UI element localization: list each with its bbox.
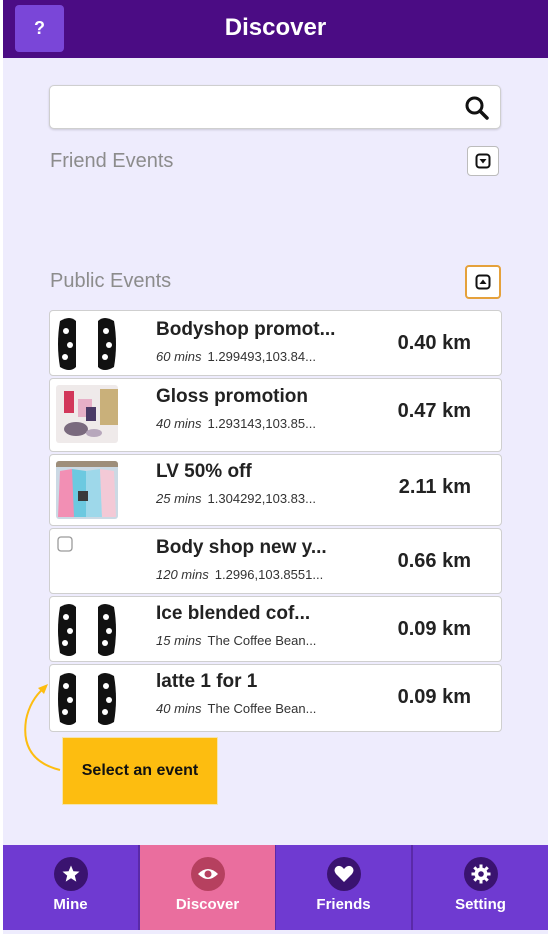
event-duration: 15 mins: [156, 633, 202, 648]
broken-image-icon: [57, 536, 73, 552]
event-location: 1.299493,103.84...: [207, 349, 316, 364]
event-card[interactable]: latte 1 for 1 40 mins The Coffee Bean... …: [49, 664, 502, 732]
event-details: 40 mins The Coffee Bean...: [156, 701, 316, 716]
search-input[interactable]: [60, 94, 454, 122]
nav-mine[interactable]: Mine: [3, 845, 138, 930]
friend-events-toggle[interactable]: [467, 146, 499, 176]
event-details: 60 mins 1.299493,103.84...: [156, 349, 316, 364]
event-duration: 60 mins: [156, 349, 202, 364]
event-card[interactable]: Body shop new y... 120 mins 1.2996,103.85…: [49, 528, 502, 594]
event-title: Body shop new y...: [156, 537, 327, 558]
event-distance: 0.09 km: [397, 686, 471, 708]
event-title: Ice blended cof...: [156, 603, 311, 624]
chevron-up-icon: [475, 274, 491, 290]
event-duration: 120 mins: [156, 567, 209, 582]
star-icon: [53, 857, 88, 891]
page-title: Discover: [224, 14, 327, 41]
event-distance: 0.09 km: [397, 618, 471, 640]
search-icon[interactable]: [464, 95, 490, 121]
nav-label: Discover: [175, 896, 240, 913]
event-duration: 40 mins: [156, 416, 202, 431]
chevron-down-icon: [475, 153, 491, 169]
nav-setting[interactable]: Setting: [413, 845, 548, 930]
event-duration: 25 mins: [156, 491, 202, 506]
event-distance: 0.40 km: [397, 332, 471, 354]
event-thumbnail: [56, 315, 118, 373]
friend-events-label: Friend Events: [50, 150, 174, 172]
top-bar: ? Discover: [3, 0, 548, 58]
event-details: 25 mins 1.304292,103.83...: [156, 491, 316, 506]
nav-label: Mine: [53, 896, 88, 913]
event-details: 40 mins 1.293143,103.85...: [156, 416, 316, 431]
event-title: Bodyshop promot...: [156, 319, 336, 340]
event-thumbnail: [56, 601, 118, 659]
hint-tooltip: Select an event: [62, 737, 218, 805]
public-events-label: Public Events: [50, 270, 172, 292]
event-duration: 40 mins: [156, 701, 202, 716]
nav-friends[interactable]: Friends: [276, 845, 411, 930]
nav-label: Setting: [455, 896, 506, 913]
event-thumbnail: [56, 385, 118, 443]
event-thumbnail: [56, 535, 118, 593]
bottom-nav: Mine Discover Friends Setting: [3, 845, 548, 930]
event-details: 120 mins 1.2996,103.8551...: [156, 567, 323, 582]
eye-icon: [190, 857, 225, 891]
event-location: 1.2996,103.8551...: [214, 567, 324, 582]
event-card[interactable]: Ice blended cof... 15 mins The Coffee Bea…: [49, 596, 502, 662]
event-distance: 0.66 km: [397, 550, 471, 572]
event-card[interactable]: Bodyshop promot... 60 mins 1.299493,103.8…: [49, 310, 502, 376]
nav-discover[interactable]: Discover: [140, 845, 275, 930]
event-location: 1.293143,103.85...: [207, 416, 316, 431]
search-box: [49, 85, 501, 129]
nav-label: Friends: [316, 896, 371, 913]
event-card[interactable]: LV 50% off 25 mins 1.304292,103.83... 2.1…: [49, 454, 502, 526]
public-events-toggle[interactable]: [465, 265, 501, 299]
event-distance: 2.11 km: [398, 476, 471, 498]
event-location: 1.304292,103.83...: [207, 491, 316, 506]
event-thumbnail: [56, 461, 118, 519]
event-location: The Coffee Bean...: [207, 701, 317, 716]
event-details: 15 mins The Coffee Bean...: [156, 633, 316, 648]
event-distance: 0.47 km: [397, 400, 471, 422]
event-card[interactable]: Gloss promotion 40 mins 1.293143,103.85..…: [49, 378, 502, 452]
gear-icon: [463, 857, 498, 891]
event-title: latte 1 for 1: [156, 671, 258, 692]
event-title: LV 50% off: [156, 461, 252, 482]
event-title: Gloss promotion: [156, 386, 308, 407]
heart-icon: [326, 857, 361, 891]
event-location: The Coffee Bean...: [207, 633, 317, 648]
